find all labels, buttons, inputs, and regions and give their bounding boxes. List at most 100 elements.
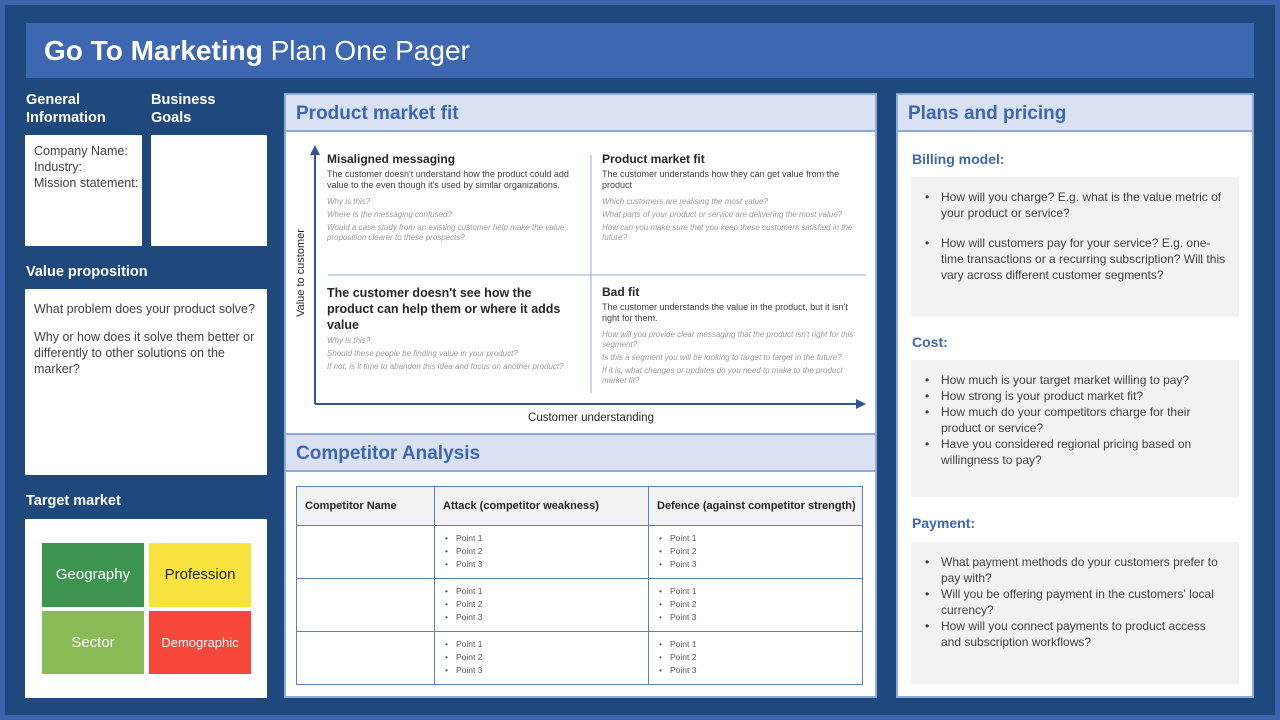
point-item: Point 3	[659, 611, 862, 624]
quadrant-no-value-seen: The customer doesn't see how the product…	[327, 285, 577, 375]
quadrant-desc: The customer understands the value in th…	[602, 302, 848, 323]
competitor-analysis-panel: Competitor Analysis Competitor Name Atta…	[284, 435, 877, 698]
competitor-name-cell[interactable]	[296, 525, 435, 579]
quadrant-misaligned-messaging: Misaligned messaging The customer doesn'…	[327, 152, 572, 246]
attack-cell[interactable]: Point 1Point 2Point 3	[434, 578, 649, 632]
label-line: Goals	[151, 110, 192, 126]
payment-item: What payment methods do your customers p…	[923, 554, 1229, 586]
point-item: Point 2	[445, 598, 648, 611]
target-market-label: Target market	[26, 493, 121, 509]
quadrant-title: The customer doesn't see how the product…	[327, 286, 561, 332]
point-item: Point 2	[445, 651, 648, 664]
value-prop-question: What problem does your product solve?	[34, 302, 255, 316]
pricing-title: Plans and pricing	[898, 95, 1252, 132]
product-market-fit-panel: Product market fit Value to customer Cus…	[284, 93, 877, 435]
cost-box[interactable]: How much is your target market willing t…	[911, 360, 1239, 497]
label-line: Information	[26, 110, 106, 126]
table-row: Point 1Point 2Point 3 Point 1Point 2Poin…	[296, 525, 863, 579]
quadrant-question: Is this a segment you will be looking to…	[602, 353, 842, 362]
header-competitor-name: Competitor Name	[296, 486, 435, 526]
table-row: Point 1Point 2Point 3 Point 1Point 2Poin…	[296, 578, 863, 632]
title-rest: Plan One Pager	[262, 35, 470, 66]
page-title: Go To Marketing Plan One Pager	[26, 23, 1254, 78]
competitor-title: Competitor Analysis	[286, 435, 875, 472]
quadrant-bad-fit: Bad fit The customer understands the val…	[602, 285, 857, 389]
point-item: Point 2	[445, 545, 648, 558]
point-item: Point 1	[659, 532, 862, 545]
point-item: Point 1	[659, 585, 862, 598]
tile-label: Profession	[164, 566, 236, 583]
mission-statement-field: Mission statement:	[34, 176, 139, 190]
point-item: Point 1	[445, 638, 648, 651]
quadrant-question: If it is, what changes or updates do you…	[602, 366, 843, 385]
table-header-row: Competitor Name Attack (competitor weakn…	[296, 486, 863, 526]
plans-pricing-panel: Plans and pricing Billing model: How wil…	[896, 93, 1254, 698]
y-axis-arrow-icon	[310, 145, 320, 155]
point-item: Point 2	[659, 545, 862, 558]
quadrant-question: Why is this?	[327, 336, 371, 345]
header-attack: Attack (competitor weakness)	[434, 486, 649, 526]
header-defence: Defence (against competitor strength)	[648, 486, 863, 526]
point-item: Point 3	[445, 611, 648, 624]
billing-model-label: Billing model:	[912, 151, 1005, 167]
tile-demographic[interactable]: Demographic	[149, 611, 251, 674]
business-goals-label: Business Goals	[151, 91, 215, 127]
competitor-name-cell[interactable]	[296, 631, 435, 685]
point-item: Point 1	[445, 532, 648, 545]
x-axis-label: Customer understanding	[528, 412, 654, 424]
point-item: Point 1	[659, 638, 862, 651]
table-row: Point 1Point 2Point 3 Point 1Point 2Poin…	[296, 631, 863, 685]
quadrant-desc: The customer understands how they can ge…	[602, 169, 840, 190]
billing-item: How will you charge? E.g. what is the va…	[923, 189, 1229, 221]
tile-label: Geography	[55, 566, 131, 583]
attack-cell[interactable]: Point 1Point 2Point 3	[434, 631, 649, 685]
quadrant-question: How can you make sure that you keep thes…	[602, 223, 853, 242]
point-item: Point 2	[659, 651, 862, 664]
y-axis-label: Value to customer	[295, 229, 307, 317]
defence-cell[interactable]: Point 1Point 2Point 3	[648, 578, 863, 632]
value-proposition-box[interactable]: What problem does your product solve? Wh…	[25, 289, 267, 475]
label-line: General	[26, 92, 80, 108]
tile-label: Sector	[71, 633, 115, 651]
cost-item: How much is your target market willing t…	[923, 372, 1229, 388]
cost-item: Have you considered regional pricing bas…	[923, 436, 1229, 468]
point-item: Point 3	[445, 664, 648, 677]
quadrant-question: Which customers are realising the most v…	[602, 197, 768, 206]
billing-model-box[interactable]: How will you charge? E.g. what is the va…	[911, 177, 1239, 317]
payment-item: How will you connect payments to product…	[923, 618, 1229, 650]
quadrant-question: What parts of your product or service ar…	[602, 210, 843, 219]
tile-profession[interactable]: Profession	[149, 543, 251, 607]
quadrant-question: Would a case study from an existing cust…	[327, 223, 565, 242]
attack-cell[interactable]: Point 1Point 2Point 3	[434, 525, 649, 579]
payment-item: Will you be offering payment in the cust…	[923, 586, 1229, 618]
x-axis-arrow-icon	[856, 399, 866, 409]
cost-item: How much do your competitors charge for …	[923, 404, 1229, 436]
point-item: Point 3	[659, 558, 862, 571]
cost-item: How strong is your product market fit?	[923, 388, 1229, 404]
general-info-box[interactable]: Company Name: Industry: Mission statemen…	[25, 135, 142, 246]
competitor-table: Competitor Name Attack (competitor weakn…	[296, 486, 863, 685]
quadrant-title: Bad fit	[602, 285, 640, 299]
point-item: Point 1	[445, 585, 648, 598]
payment-box[interactable]: What payment methods do your customers p…	[911, 542, 1239, 684]
point-item: Point 2	[659, 598, 862, 611]
value-prop-question: Why or how does it solve them better or …	[34, 330, 255, 376]
target-market-box: Geography Profession Sector Demographic	[25, 519, 267, 698]
industry-field: Industry:	[34, 160, 82, 174]
defence-cell[interactable]: Point 1Point 2Point 3	[648, 631, 863, 685]
company-name-field: Company Name:	[34, 144, 128, 158]
business-goals-box[interactable]	[151, 135, 267, 246]
tile-label: Demographic	[161, 634, 239, 650]
quadrant-title: Product market fit	[602, 152, 705, 166]
point-item: Point 3	[445, 558, 648, 571]
title-bold: Go To Marketing	[44, 35, 263, 66]
label-line: Business	[151, 92, 216, 108]
defence-cell[interactable]: Point 1Point 2Point 3	[648, 525, 863, 579]
value-proposition-label: Value proposition	[26, 264, 148, 280]
quadrant-question: Why is this?	[327, 197, 371, 206]
competitor-name-cell[interactable]	[296, 578, 435, 632]
tile-sector[interactable]: Sector	[42, 611, 144, 674]
quadrant-desc: The customer doesn't understand how the …	[327, 169, 569, 190]
cost-label: Cost:	[912, 334, 948, 350]
tile-geography[interactable]: Geography	[42, 543, 144, 607]
